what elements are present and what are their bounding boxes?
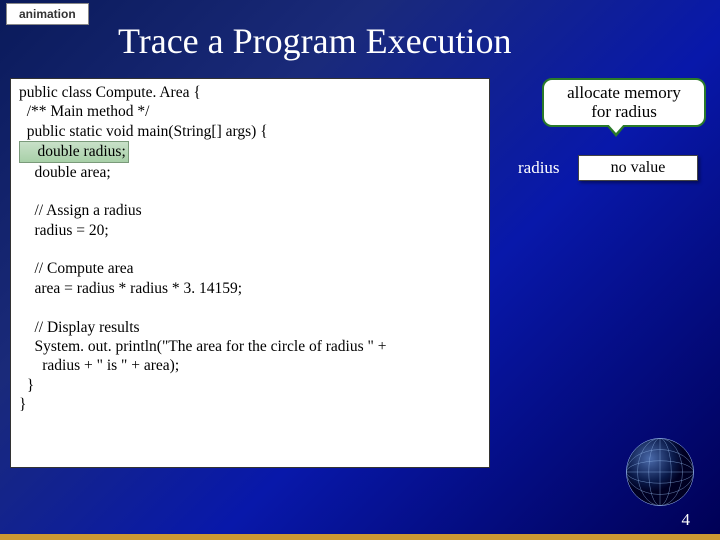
value-box: no value	[578, 155, 698, 181]
code-line: double area;	[19, 163, 481, 182]
code-line: System. out. println("The area for the c…	[19, 337, 481, 356]
animation-tag: animation	[6, 3, 89, 25]
code-line: radius + " is " + area);	[19, 356, 481, 375]
page-number: 4	[682, 510, 691, 530]
code-line: // Display results	[19, 318, 481, 337]
code-line: // Assign a radius	[19, 201, 481, 220]
code-line: // Compute area	[19, 259, 481, 278]
bottom-accent-bar	[0, 534, 720, 540]
callout-line2: for radius	[550, 103, 698, 122]
highlighted-line: double radius;	[19, 141, 129, 162]
code-line: }	[19, 395, 481, 414]
code-line: area = radius * radius * 3. 14159;	[19, 279, 481, 298]
globe-icon	[620, 432, 700, 512]
var-label: radius	[518, 158, 560, 178]
code-line: radius = 20;	[19, 221, 481, 240]
callout-line1: allocate memory	[550, 84, 698, 103]
slide-title: Trace a Program Execution	[118, 20, 512, 62]
code-line: double radius;	[19, 141, 481, 162]
code-line	[19, 182, 481, 201]
callout-box: allocate memory for radius	[542, 78, 706, 127]
code-line	[19, 240, 481, 259]
code-box: public class Compute. Area { /** Main me…	[10, 78, 490, 468]
code-line: }	[19, 376, 481, 395]
code-line	[19, 298, 481, 317]
code-line: /** Main method */	[19, 102, 481, 121]
code-line: public static void main(String[] args) {	[19, 122, 481, 141]
code-line: public class Compute. Area {	[19, 83, 481, 102]
